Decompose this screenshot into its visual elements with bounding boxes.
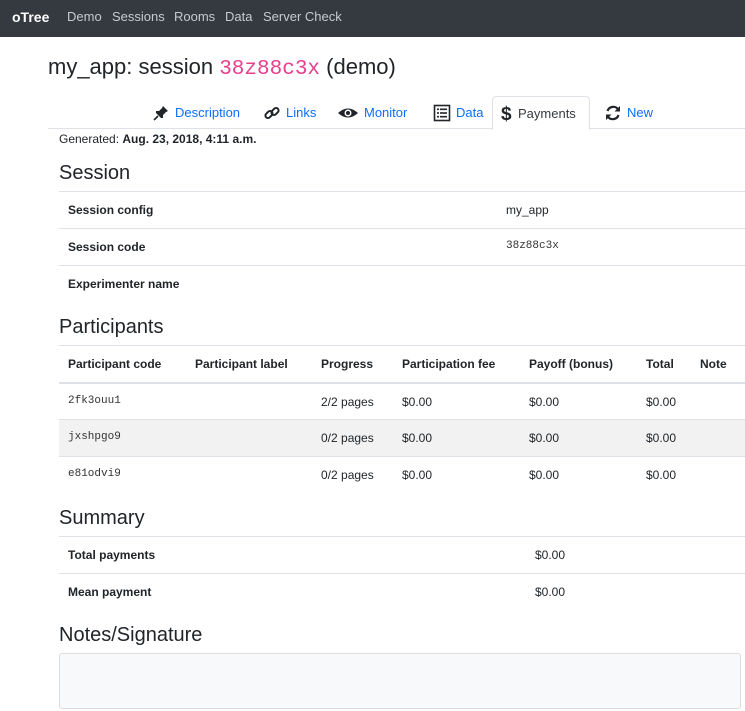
tab-new-label: New [627, 105, 654, 120]
experimenter-name-label: Experimenter name [68, 277, 180, 291]
summary-row-mean: Mean payment $0.00 [59, 573, 745, 610]
notes-heading: Notes/Signature [59, 624, 203, 646]
nav-rooms[interactable]: Rooms [174, 9, 215, 24]
participant-progress: 0/2 pages [321, 431, 374, 445]
participant-progress: 0/2 pages [321, 468, 374, 482]
participant-fee: $0.00 [402, 431, 433, 445]
tab-links-label: Links [286, 105, 317, 120]
participant-fee: $0.00 [402, 395, 433, 409]
total-payments-label: Total payments [68, 548, 156, 562]
dollar-icon: $ [501, 104, 513, 125]
list-icon [433, 104, 451, 122]
session-tabs: Description Links Monitor Data $ Payment… [48, 96, 745, 130]
page-title-prefix: my_app: session [48, 54, 220, 79]
participant-fee: $0.00 [402, 468, 433, 482]
col-progress: Progress [321, 357, 374, 371]
participant-total: $0.00 [646, 431, 677, 445]
tab-monitor-label: Monitor [364, 105, 408, 120]
eye-icon [337, 104, 359, 122]
participant-payoff: $0.00 [529, 431, 560, 445]
participant-code: 2fk3ouu1 [68, 395, 121, 407]
summary-heading: Summary [59, 507, 145, 529]
brand-link[interactable]: oTree [12, 9, 49, 25]
page-title-suffix: (demo) [320, 54, 396, 79]
generated-label: Generated: [59, 132, 123, 146]
session-heading: Session [59, 162, 131, 184]
nav-sessions[interactable]: Sessions [112, 9, 165, 24]
tab-data-label: Data [456, 105, 484, 120]
participant-code: e81odvi9 [68, 468, 121, 480]
table-row: 2fk3ouu1 2/2 pages $0.00 $0.00 $0.00 [59, 382, 745, 419]
nav-demo[interactable]: Demo [67, 9, 102, 24]
participants-header-row: Participant code Participant label Progr… [59, 345, 745, 382]
session-code-value: 38z88c3x [506, 240, 559, 252]
tab-payments-label: Payments [518, 105, 576, 121]
tab-data[interactable]: Data [425, 96, 491, 129]
session-row-code: Session code 38z88c3x [59, 228, 745, 265]
tab-new[interactable]: New [596, 96, 661, 129]
table-row: e81odvi9 0/2 pages $0.00 $0.00 $0.00 [59, 456, 745, 493]
participants-heading: Participants [59, 316, 164, 338]
generated-timestamp: Aug. 23, 2018, 4:11 a.m. [122, 132, 257, 146]
session-config-label: Session config [68, 203, 154, 217]
generated-line: Generated: Aug. 23, 2018, 4:11 a.m. [59, 132, 256, 146]
table-row: jxshpgo9 0/2 pages $0.00 $0.00 $0.00 [59, 419, 745, 456]
tab-monitor[interactable]: Monitor [329, 96, 415, 129]
summary-row-total: Total payments $0.00 [59, 536, 745, 573]
participant-payoff: $0.00 [529, 395, 560, 409]
col-payoff: Payoff (bonus) [529, 357, 613, 371]
col-note: Note [700, 357, 727, 371]
mean-payment-value: $0.00 [535, 585, 566, 599]
col-total: Total [646, 357, 674, 371]
session-code-title: 38z88c3x [219, 58, 321, 81]
participant-code: jxshpgo9 [68, 431, 121, 443]
col-participation-fee: Participation fee [402, 357, 496, 371]
nav-server-check[interactable]: Server Check [263, 9, 342, 24]
top-navbar: oTree Demo Sessions Rooms Data Server Ch… [0, 0, 745, 37]
session-config-value: my_app [506, 203, 549, 217]
nav-data[interactable]: Data [225, 9, 252, 24]
participant-progress: 2/2 pages [321, 395, 374, 409]
col-participant-label: Participant label [195, 357, 288, 371]
col-participant-code: Participant code [68, 357, 162, 371]
tab-description-label: Description [175, 105, 241, 120]
total-payments-value: $0.00 [535, 548, 566, 562]
tab-description[interactable]: Description [144, 96, 248, 129]
notes-signature-box[interactable] [59, 653, 741, 709]
participant-total: $0.00 [646, 395, 677, 409]
participant-payoff: $0.00 [529, 468, 560, 482]
tab-payments[interactable]: $ Payments [492, 96, 590, 130]
pushpin-icon [152, 104, 170, 122]
mean-payment-label: Mean payment [68, 585, 152, 599]
session-code-label: Session code [68, 240, 146, 254]
refresh-icon [604, 104, 622, 122]
participant-total: $0.00 [646, 468, 677, 482]
svg-text:$: $ [501, 104, 512, 124]
tab-links[interactable]: Links [255, 96, 324, 129]
page-title: my_app: session 38z88c3x (demo) [48, 54, 396, 81]
link-icon [263, 104, 281, 122]
session-row-experimenter: Experimenter name [59, 265, 745, 302]
session-row-config: Session config my_app [59, 191, 745, 228]
